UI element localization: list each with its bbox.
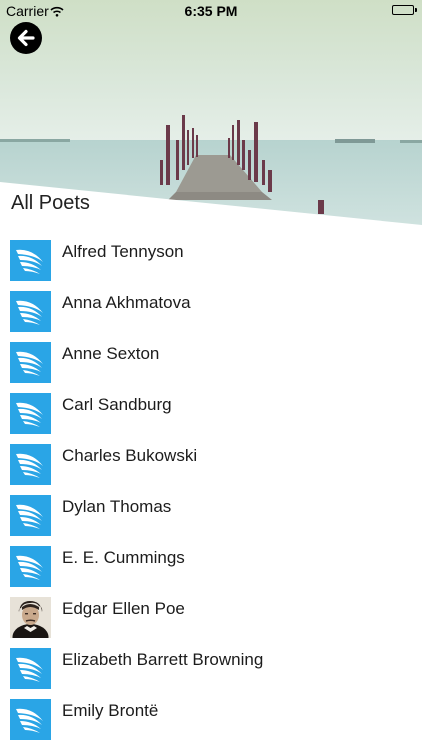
poet-name: Emily Brontë	[62, 701, 159, 720]
wing-icon	[10, 393, 51, 434]
wing-icon	[10, 240, 51, 281]
poet-name: Dylan Thomas	[62, 497, 172, 516]
list-item[interactable]: Elizabeth Barrett Browning	[0, 644, 422, 695]
poet-portrait	[10, 597, 51, 638]
poet-name: Elizabeth Barrett Browning	[62, 650, 264, 669]
poet-name: Anna Akhmatova	[62, 293, 191, 312]
wing-icon	[10, 699, 51, 740]
list-item[interactable]: Carl Sandburg	[0, 389, 422, 440]
wing-icon	[10, 444, 51, 485]
poet-name: Charles Bukowski	[62, 446, 198, 465]
poet-name: E. E. Cummings	[62, 548, 185, 567]
wing-icon	[10, 342, 51, 383]
poet-name: Carl Sandburg	[62, 395, 172, 414]
wing-icon	[10, 648, 51, 689]
poet-list: Alfred Tennyson Anna Akhmatova Anne Sext…	[0, 236, 422, 746]
section-title: All Poets	[11, 192, 90, 214]
battery-icon	[392, 5, 417, 15]
list-item[interactable]: Edgar Ellen Poe	[0, 593, 422, 644]
list-item[interactable]: E. E. Cummings	[0, 542, 422, 593]
poet-name: Alfred Tennyson	[62, 242, 184, 261]
wing-icon	[10, 291, 51, 332]
list-item[interactable]: Alfred Tennyson	[0, 236, 422, 287]
poet-name: Edgar Ellen Poe	[62, 599, 185, 618]
wing-icon	[10, 495, 51, 536]
list-item[interactable]: Dylan Thomas	[0, 491, 422, 542]
list-item[interactable]: Anne Sexton	[0, 338, 422, 389]
list-item[interactable]: Emily Brontë	[0, 695, 422, 746]
list-item[interactable]: Charles Bukowski	[0, 440, 422, 491]
status-bar: Carrier 6:35 PM	[0, 0, 422, 22]
arrow-left-icon	[17, 29, 35, 47]
status-time: 6:35 PM	[184, 3, 238, 19]
list-item[interactable]: Anna Akhmatova	[0, 287, 422, 338]
poet-name: Anne Sexton	[62, 344, 160, 363]
wing-icon	[10, 546, 51, 587]
back-button[interactable]	[10, 22, 42, 54]
